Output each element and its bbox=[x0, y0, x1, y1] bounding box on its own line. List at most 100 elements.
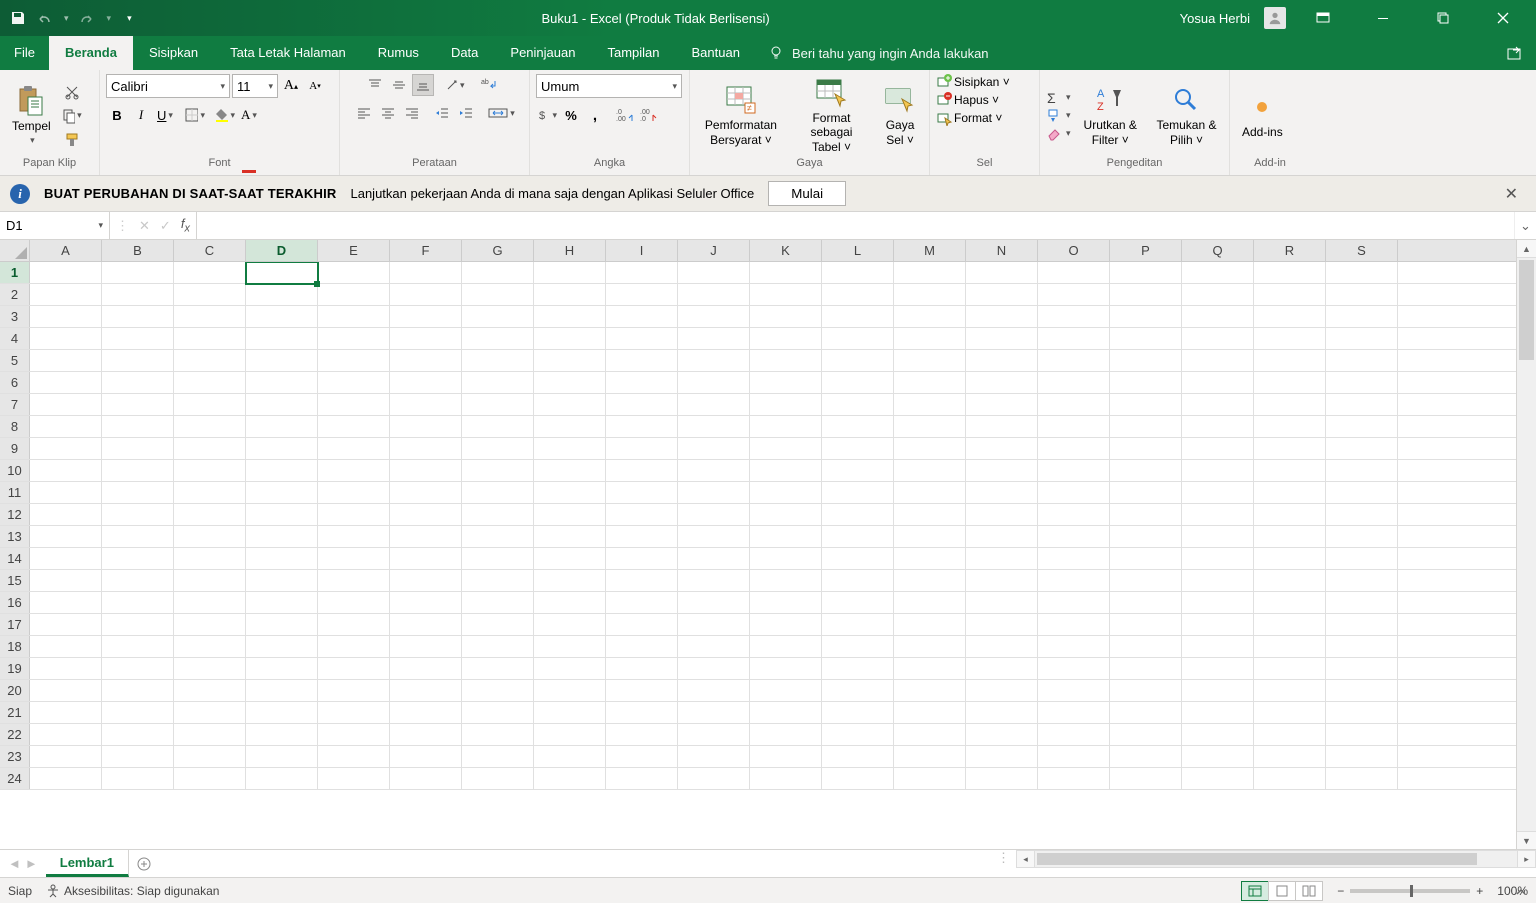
cell[interactable] bbox=[30, 746, 102, 768]
cell[interactable] bbox=[750, 746, 822, 768]
cell[interactable] bbox=[966, 394, 1038, 416]
cell[interactable] bbox=[894, 284, 966, 306]
horizontal-scrollbar[interactable]: ◂ ▸ bbox=[1016, 850, 1536, 868]
cell[interactable] bbox=[534, 482, 606, 504]
tab-tata-letak-halaman[interactable]: Tata Letak Halaman bbox=[214, 36, 362, 70]
cell[interactable] bbox=[1182, 482, 1254, 504]
cell[interactable] bbox=[894, 614, 966, 636]
cell[interactable] bbox=[678, 394, 750, 416]
cell[interactable] bbox=[1326, 592, 1398, 614]
cell[interactable] bbox=[678, 746, 750, 768]
cell[interactable] bbox=[390, 328, 462, 350]
cell[interactable] bbox=[1038, 570, 1110, 592]
cell[interactable] bbox=[462, 680, 534, 702]
cell[interactable] bbox=[1254, 350, 1326, 372]
cell[interactable] bbox=[822, 460, 894, 482]
tab-bantuan[interactable]: Bantuan bbox=[676, 36, 756, 70]
cell[interactable] bbox=[1182, 526, 1254, 548]
cell[interactable] bbox=[1326, 746, 1398, 768]
cell[interactable] bbox=[246, 636, 318, 658]
cell[interactable] bbox=[822, 328, 894, 350]
column-header[interactable]: K bbox=[750, 240, 822, 261]
scroll-left-icon[interactable]: ◂ bbox=[1017, 851, 1035, 867]
cell[interactable] bbox=[1326, 350, 1398, 372]
cell[interactable] bbox=[1110, 680, 1182, 702]
cell[interactable] bbox=[102, 724, 174, 746]
cell[interactable] bbox=[534, 768, 606, 790]
cell[interactable] bbox=[1254, 416, 1326, 438]
column-header[interactable]: A bbox=[30, 240, 102, 261]
cell[interactable] bbox=[750, 724, 822, 746]
cell[interactable] bbox=[750, 614, 822, 636]
align-top-button[interactable] bbox=[364, 74, 386, 96]
row-header[interactable]: 7 bbox=[0, 394, 30, 415]
cell[interactable] bbox=[462, 482, 534, 504]
cell[interactable] bbox=[750, 768, 822, 790]
cell[interactable] bbox=[534, 702, 606, 724]
cell[interactable] bbox=[894, 504, 966, 526]
cell[interactable] bbox=[1254, 548, 1326, 570]
wrap-text-button[interactable]: ab bbox=[476, 74, 506, 96]
cell[interactable] bbox=[30, 680, 102, 702]
cell[interactable] bbox=[1110, 570, 1182, 592]
cell[interactable] bbox=[462, 702, 534, 724]
row-header[interactable]: 20 bbox=[0, 680, 30, 701]
cell[interactable] bbox=[1182, 262, 1254, 284]
clear-button[interactable]: ▾ bbox=[1046, 126, 1071, 142]
tab-peninjauan[interactable]: Peninjauan bbox=[494, 36, 591, 70]
cell[interactable] bbox=[1038, 438, 1110, 460]
cell[interactable] bbox=[1254, 394, 1326, 416]
zoom-in-button[interactable]: + bbox=[1476, 884, 1483, 898]
cell[interactable] bbox=[966, 482, 1038, 504]
cell[interactable] bbox=[1038, 482, 1110, 504]
close-button[interactable] bbox=[1480, 0, 1526, 36]
cell[interactable] bbox=[1110, 482, 1182, 504]
underline-button[interactable]: U▾ bbox=[154, 104, 176, 126]
cell[interactable] bbox=[822, 658, 894, 680]
sheet-nav-prev-icon[interactable]: ◄ bbox=[8, 856, 21, 871]
cell[interactable] bbox=[318, 614, 390, 636]
cell[interactable] bbox=[30, 768, 102, 790]
cell[interactable] bbox=[1038, 680, 1110, 702]
cell[interactable] bbox=[462, 548, 534, 570]
scroll-up-icon[interactable]: ▲ bbox=[1517, 240, 1536, 258]
cell[interactable] bbox=[1254, 504, 1326, 526]
cell[interactable] bbox=[1182, 328, 1254, 350]
row-header[interactable]: 6 bbox=[0, 372, 30, 393]
cell[interactable] bbox=[246, 768, 318, 790]
copy-button[interactable]: ▾ bbox=[61, 105, 83, 127]
cell[interactable] bbox=[246, 526, 318, 548]
cell[interactable] bbox=[966, 636, 1038, 658]
cell[interactable] bbox=[102, 482, 174, 504]
cell[interactable] bbox=[390, 526, 462, 548]
cell[interactable] bbox=[246, 372, 318, 394]
cell[interactable] bbox=[678, 548, 750, 570]
cell[interactable] bbox=[678, 680, 750, 702]
cell[interactable] bbox=[534, 350, 606, 372]
cell[interactable] bbox=[30, 394, 102, 416]
increase-font-button[interactable]: A▴ bbox=[280, 75, 302, 97]
cell[interactable] bbox=[390, 372, 462, 394]
fill-button[interactable]: ▾ bbox=[1046, 108, 1071, 124]
align-middle-button[interactable] bbox=[388, 74, 410, 96]
cell[interactable] bbox=[30, 724, 102, 746]
undo-icon[interactable] bbox=[36, 10, 52, 26]
cell[interactable] bbox=[1182, 416, 1254, 438]
cell[interactable] bbox=[174, 658, 246, 680]
cell[interactable] bbox=[102, 262, 174, 284]
cell[interactable] bbox=[390, 702, 462, 724]
cell[interactable] bbox=[1038, 372, 1110, 394]
tell-me[interactable]: Beri tahu yang ingin Anda lakukan bbox=[768, 36, 989, 70]
cut-button[interactable] bbox=[61, 81, 83, 103]
tab-sisipkan[interactable]: Sisipkan bbox=[133, 36, 214, 70]
cell[interactable] bbox=[1254, 460, 1326, 482]
cell[interactable] bbox=[462, 306, 534, 328]
scroll-thumb[interactable] bbox=[1519, 260, 1534, 360]
cell[interactable] bbox=[1182, 724, 1254, 746]
cell[interactable] bbox=[318, 746, 390, 768]
cell[interactable] bbox=[462, 614, 534, 636]
cell[interactable] bbox=[1038, 328, 1110, 350]
cell[interactable] bbox=[534, 680, 606, 702]
redo-dropdown-icon[interactable]: ▾ bbox=[107, 13, 112, 24]
cell[interactable] bbox=[750, 680, 822, 702]
